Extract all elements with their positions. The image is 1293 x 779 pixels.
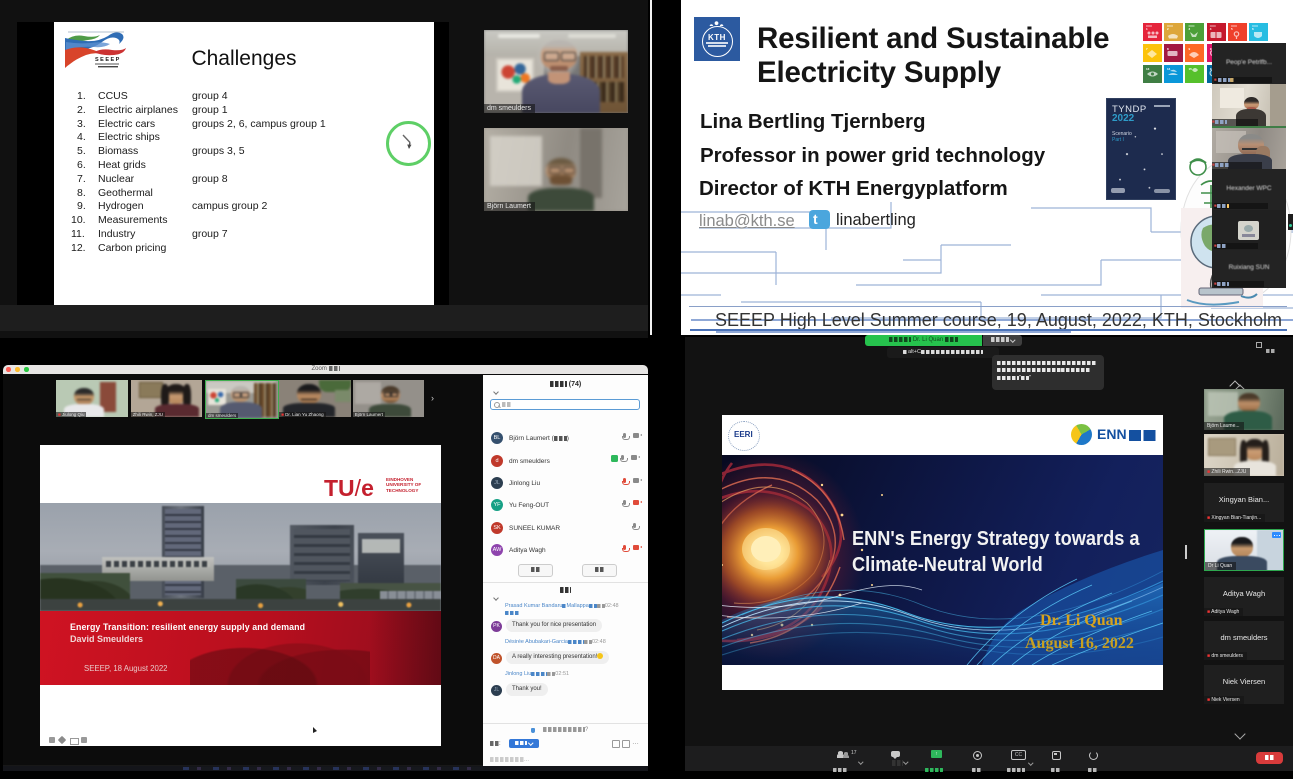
svg-text:1: 1 xyxy=(1146,27,1148,31)
svg-text:8: 8 xyxy=(1167,47,1169,51)
svg-text:14: 14 xyxy=(1167,67,1171,71)
svg-text:7: 7 xyxy=(1146,47,1148,51)
svg-text:2: 2 xyxy=(1167,27,1169,31)
svg-text:15: 15 xyxy=(1189,67,1193,71)
svg-text:3: 3 xyxy=(1189,27,1191,31)
svg-text:13: 13 xyxy=(1146,67,1150,71)
svg-text:6: 6 xyxy=(1252,27,1254,31)
svg-text:9: 9 xyxy=(1189,47,1191,51)
svg-text:5: 5 xyxy=(1231,27,1233,31)
svg-text:4: 4 xyxy=(1210,27,1212,31)
